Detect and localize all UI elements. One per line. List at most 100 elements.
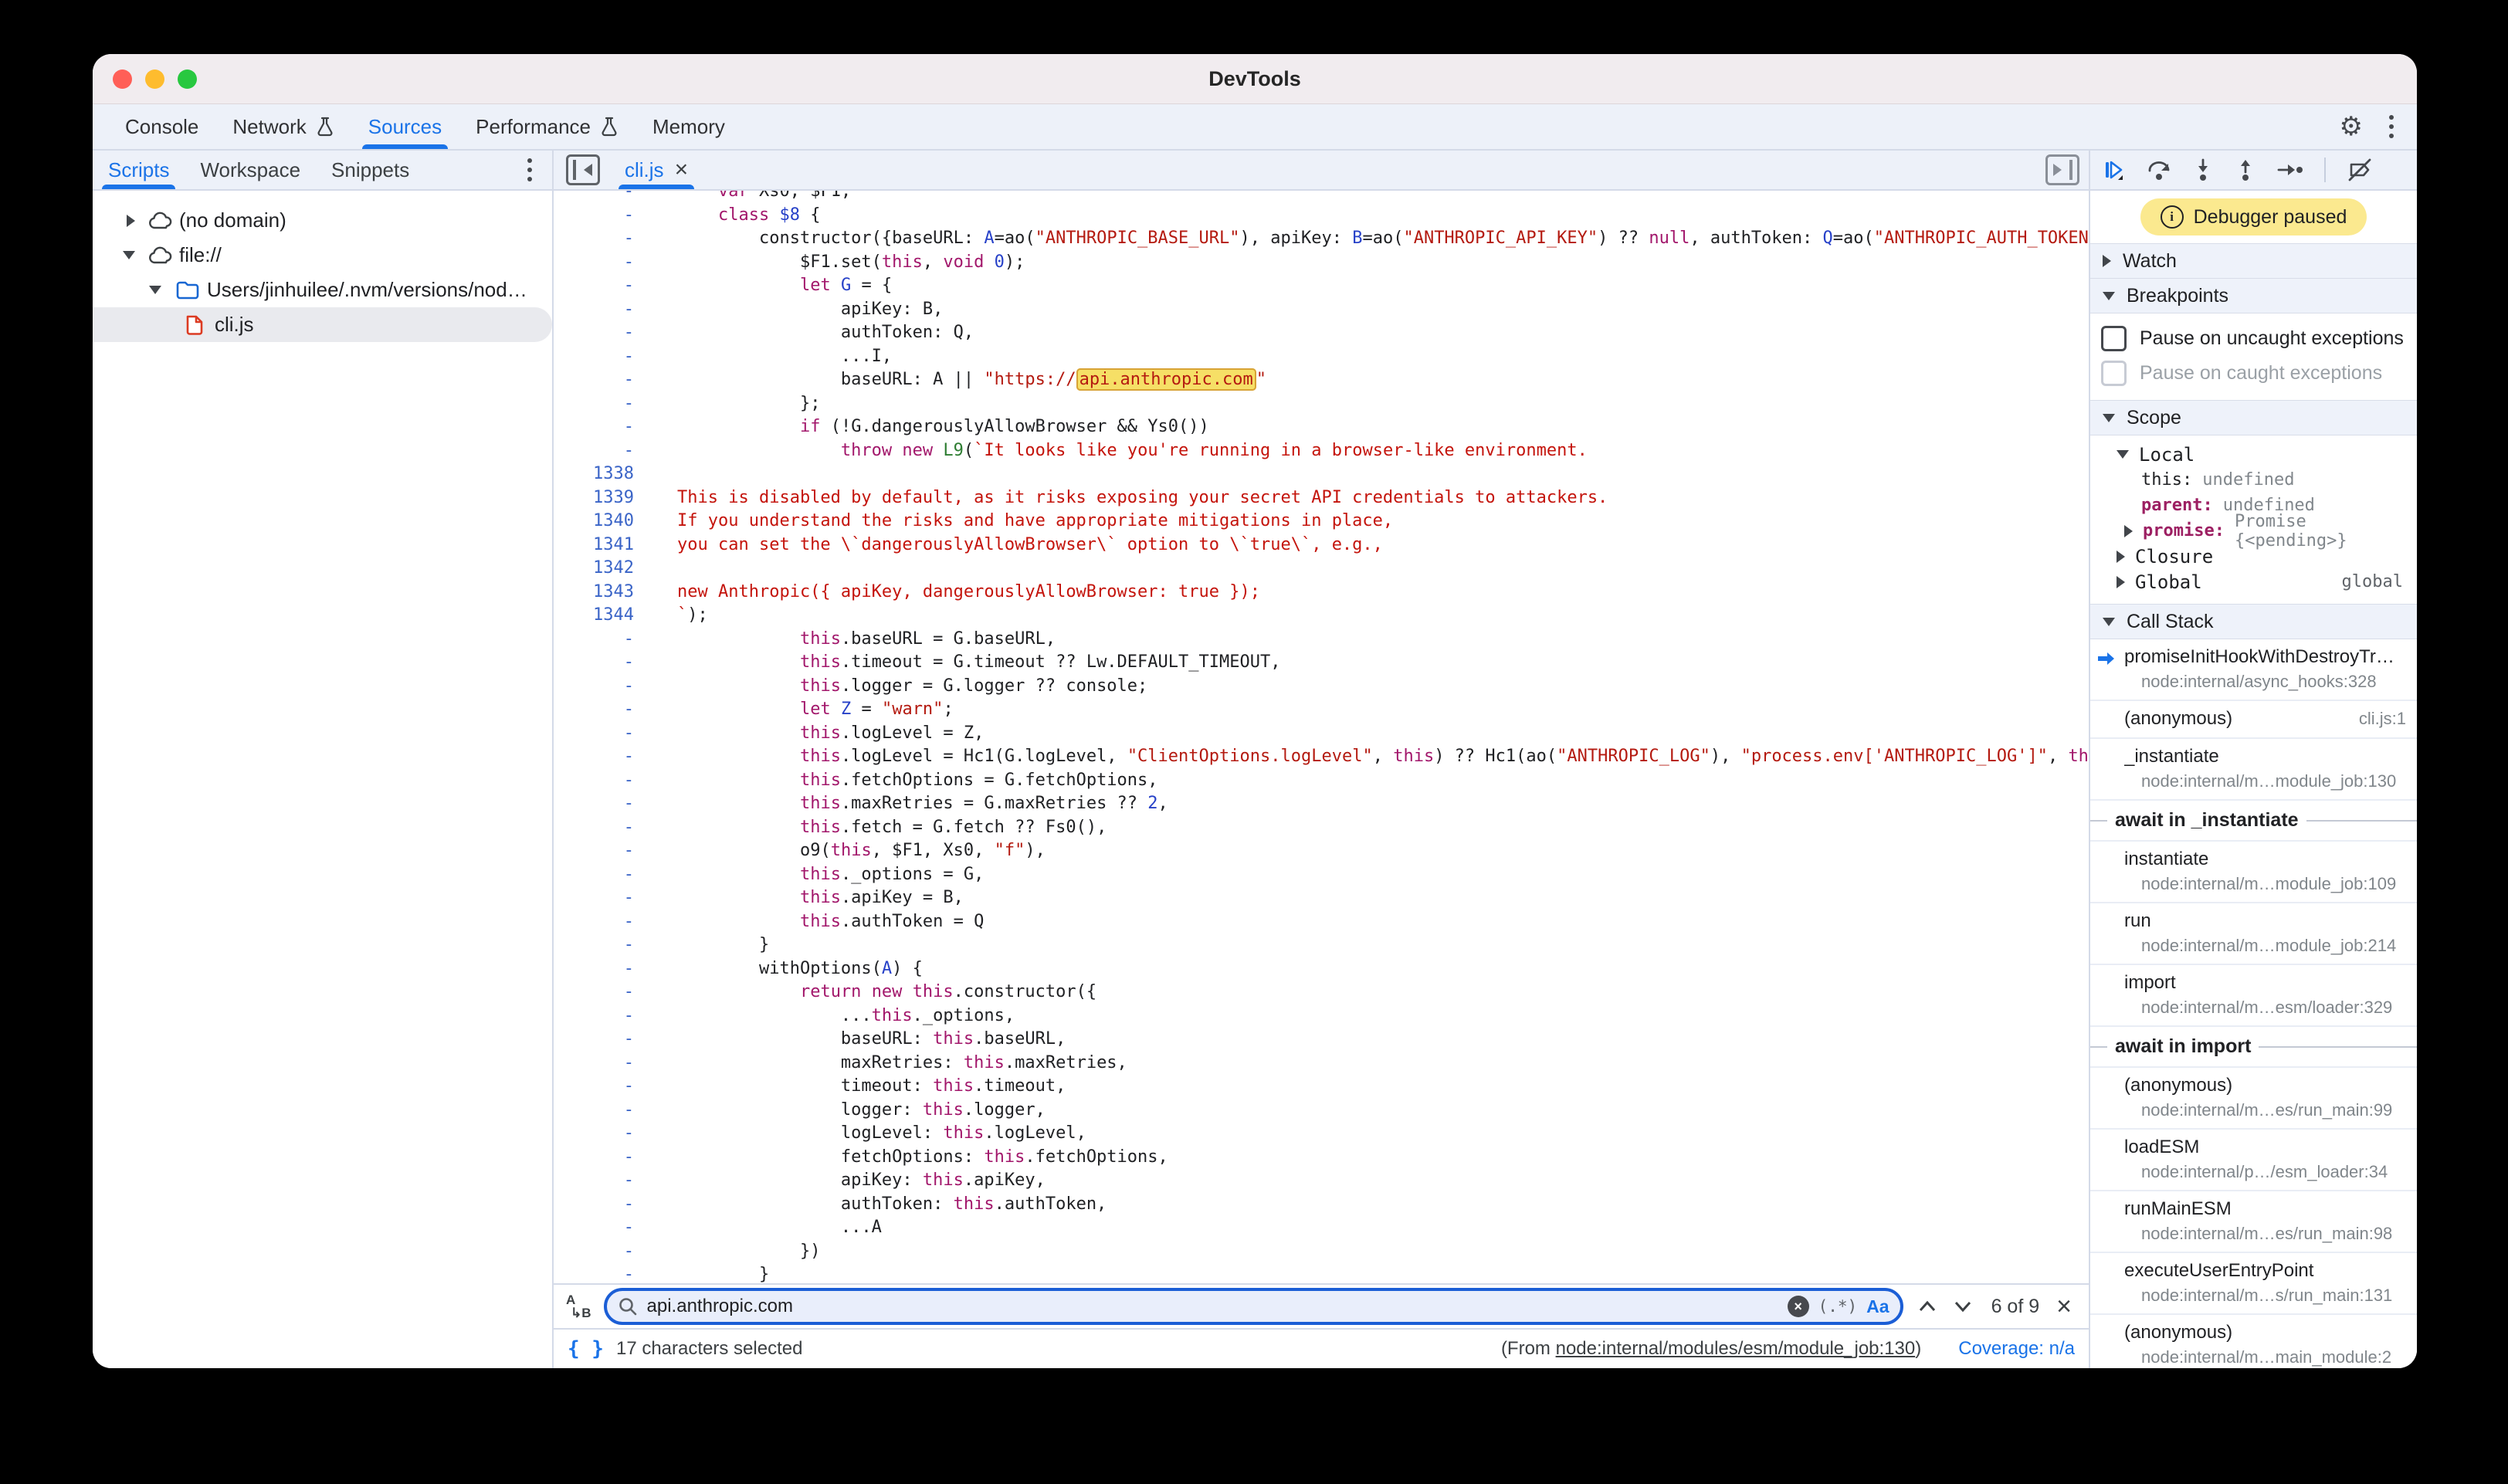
scope-property-promise[interactable]: promise:Promise {<pending>} [2090,518,2417,544]
previous-match-icon[interactable] [1916,1299,1939,1314]
code-line[interactable]: - this.authToken = Q [554,910,2089,934]
line-number[interactable]: - [554,204,648,228]
code-line[interactable]: - this.logLevel = Z, [554,722,2089,746]
code-line[interactable]: - authToken: this.authToken, [554,1193,2089,1217]
line-number[interactable]: - [554,981,648,1005]
navigator-more-icon[interactable] [527,158,532,181]
pause-caught-row[interactable]: Pause on caught exceptions [2090,356,2417,391]
call-stack-frame[interactable]: (anonymous)node:internal/m…es/run_main:9… [2090,1068,2417,1130]
code-line[interactable]: 1341you can set the \`dangerouslyAllowBr… [554,534,2089,557]
code-line[interactable]: - this.fetch = G.fetch ?? Fs0(), [554,816,2089,840]
code-line[interactable]: - throw new L9(`It looks like you're run… [554,439,2089,463]
code-line[interactable]: - this.timeout = G.timeout ?? Lw.DEFAULT… [554,651,2089,675]
line-number[interactable]: - [554,1169,648,1193]
scope-group-local[interactable]: Local [2090,442,2417,467]
line-number[interactable]: 1341 [554,534,648,557]
section-scope[interactable]: Scope [2090,400,2417,435]
editor-tab-cli-js[interactable]: cli.js × [611,151,702,189]
line-number[interactable]: - [554,439,648,463]
code-line[interactable]: 1344`); [554,604,2089,628]
line-number[interactable]: - [554,863,648,887]
code-line[interactable]: - o9(this, $F1, Xs0, "f"), [554,839,2089,863]
search-query[interactable]: api.anthropic.com [647,1296,1778,1317]
line-number[interactable]: - [554,722,648,746]
line-number[interactable]: 1344 [554,604,648,628]
tab-sources[interactable]: Sources [351,104,459,149]
line-number[interactable]: - [554,1122,648,1146]
source-link[interactable]: node:internal/modules/esm/module_job:130 [1556,1338,1916,1359]
code-line[interactable]: - let Z = "warn"; [554,698,2089,722]
code-line[interactable]: - this.apiKey = B, [554,886,2089,910]
minimize-window-button[interactable] [145,69,164,89]
code-line[interactable]: 1342 [554,557,2089,581]
line-number[interactable]: - [554,1075,648,1099]
tab-workspace[interactable]: Workspace [185,151,316,189]
code-line[interactable]: - this.logLevel = Hc1(G.logLevel, "Clien… [554,745,2089,769]
code-line[interactable]: - var Xs0, $F1; [554,191,2089,204]
code-line[interactable]: - ...this._options, [554,1005,2089,1028]
coverage-link[interactable]: Coverage: n/a [1958,1338,2075,1360]
close-find-bar-icon[interactable]: × [2056,1293,2072,1320]
line-number[interactable]: 1339 [554,486,648,510]
tab-console[interactable]: Console [108,104,215,149]
line-number[interactable]: 1343 [554,581,648,605]
code-line[interactable]: - this._options = G, [554,863,2089,887]
search-input[interactable]: api.anthropic.com × (.*) Aa [604,1288,1903,1325]
code-line[interactable]: - baseURL: this.baseURL, [554,1028,2089,1052]
close-window-button[interactable] [113,69,132,89]
code-line[interactable]: - } [554,1263,2089,1283]
toggle-debugger-sidebar-icon[interactable] [2045,154,2079,185]
call-stack-frame[interactable]: runMainESMnode:internal/m…es/run_main:98 [2090,1191,2417,1253]
line-number[interactable]: - [554,910,648,934]
code-line[interactable]: - authToken: Q, [554,321,2089,345]
call-stack-frame[interactable]: (anonymous)node:internal/m…main_module:2 [2090,1315,2417,1368]
tab-performance[interactable]: Performance [459,104,635,149]
code-line[interactable]: - fetchOptions: this.fetchOptions, [554,1146,2089,1170]
tree-item-folder[interactable]: Users/jinhuilee/.nvm/versions/node/v2… [93,273,552,307]
code-line[interactable]: - this.baseURL = G.baseURL, [554,628,2089,652]
line-number[interactable]: - [554,1216,648,1240]
line-number[interactable]: 1340 [554,510,648,534]
code-line[interactable]: - constructor({baseURL: A=ao("ANTHROPIC_… [554,227,2089,251]
line-number[interactable]: - [554,227,648,251]
scope-group-global[interactable]: Globalglobal [2090,569,2417,595]
code-line[interactable]: - if (!G.dangerouslyAllowBrowser && Ys0(… [554,415,2089,439]
code-line[interactable]: - }) [554,1240,2089,1264]
line-number[interactable]: - [554,1240,648,1264]
call-stack-frame[interactable]: importnode:internal/m…esm/loader:329 [2090,965,2417,1027]
line-number[interactable]: - [554,698,648,722]
call-stack-frame[interactable]: promiseInitHookWithDestroyTr…node:intern… [2090,639,2417,701]
line-number[interactable]: - [554,651,648,675]
code-line[interactable]: - class $8 { [554,204,2089,228]
step-out-icon[interactable] [2235,158,2256,181]
line-number[interactable]: 1342 [554,557,648,581]
code-line[interactable]: - maxRetries: this.maxRetries, [554,1052,2089,1076]
call-stack-frame[interactable]: (anonymous)cli.js:1 [2090,701,2417,739]
code-line[interactable]: - logger: this.logger, [554,1099,2089,1123]
line-number[interactable]: - [554,839,648,863]
line-number[interactable]: - [554,1146,648,1170]
line-number[interactable]: - [554,368,648,392]
resume-script-icon[interactable] [2103,158,2126,181]
line-number[interactable]: 1338 [554,462,648,486]
code-line[interactable]: 1339This is disabled by default, as it r… [554,486,2089,510]
code-line[interactable]: - baseURL: A || "https://api.anthropic.c… [554,368,2089,392]
replace-toggle-icon[interactable]: A ↳B [566,1293,591,1320]
line-number[interactable]: - [554,1263,648,1283]
more-options-icon[interactable] [2389,115,2394,138]
line-number[interactable]: - [554,415,648,439]
line-number[interactable]: - [554,1028,648,1052]
checkbox-unchecked[interactable] [2101,326,2127,351]
code-line[interactable]: - let G = { [554,274,2089,298]
code-line[interactable]: 1338 [554,462,2089,486]
code-line[interactable]: - apiKey: B, [554,298,2089,322]
line-number[interactable]: - [554,816,648,840]
zoom-window-button[interactable] [178,69,197,89]
code-line[interactable]: - withOptions(A) { [554,957,2089,981]
tree-item-file-scheme[interactable]: file:// [93,238,552,273]
regex-toggle-icon[interactable]: (.*) [1818,1297,1858,1316]
tab-network[interactable]: Network [215,104,351,149]
line-number[interactable]: - [554,957,648,981]
step-into-icon[interactable] [2192,158,2214,181]
section-watch[interactable]: Watch [2090,243,2417,279]
